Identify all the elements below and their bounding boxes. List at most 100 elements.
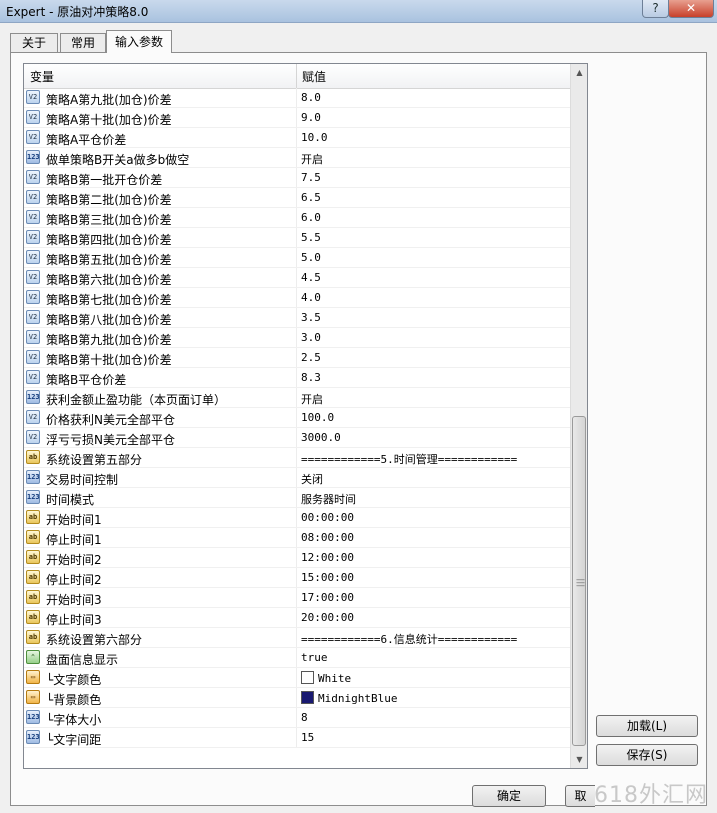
column-header-variable[interactable]: 变量 xyxy=(30,68,54,85)
parameter-row[interactable]: ab 系统设置第六部分 ============6.信息统计============ xyxy=(24,628,570,648)
parameter-row[interactable]: ab 停止时间2 15:00:00 xyxy=(24,568,570,588)
tab-inputs[interactable]: 输入参数 xyxy=(106,30,172,53)
parameter-value[interactable]: 开启 xyxy=(301,391,323,407)
double-type-icon: V2 xyxy=(26,90,40,104)
parameter-row[interactable]: V2 策略B第三批(加仓)价差 6.0 xyxy=(24,208,570,228)
parameter-value[interactable]: 100.0 xyxy=(301,411,334,424)
parameter-value[interactable]: 5.0 xyxy=(301,251,321,264)
parameter-row[interactable]: ab 停止时间1 08:00:00 xyxy=(24,528,570,548)
parameter-row[interactable]: ab 开始时间3 17:00:00 xyxy=(24,588,570,608)
integer-type-icon: 123 xyxy=(26,710,40,724)
parameter-row[interactable]: V2 策略B第五批(加仓)价差 5.0 xyxy=(24,248,570,268)
parameter-value[interactable]: 20:00:00 xyxy=(301,611,354,624)
parameter-row[interactable]: V2 策略A平仓价差 10.0 xyxy=(24,128,570,148)
parameter-row[interactable]: 123 时间模式 服务器时间 xyxy=(24,488,570,508)
parameter-value[interactable]: 关闭 xyxy=(301,471,323,487)
parameter-row[interactable]: 123 交易时间控制 关闭 xyxy=(24,468,570,488)
ok-button[interactable]: 确定 xyxy=(472,785,546,807)
parameter-row[interactable]: 123 获利金额止盈功能（本页面订单） 开启 xyxy=(24,388,570,408)
parameter-row[interactable]: ▭ └背景颜色 MidnightBlue xyxy=(24,688,570,708)
parameter-value[interactable]: ============6.信息统计============ xyxy=(301,631,517,647)
scroll-down-icon[interactable]: ▼ xyxy=(571,751,587,768)
parameter-value[interactable]: ============5.时间管理============ xyxy=(301,451,517,467)
parameter-value[interactable]: 开启 xyxy=(301,151,323,167)
parameter-row[interactable]: ▭ └文字颜色 White xyxy=(24,668,570,688)
save-button[interactable]: 保存(S) xyxy=(596,744,698,766)
double-type-icon: V2 xyxy=(26,410,40,424)
parameter-value[interactable]: 8.3 xyxy=(301,371,321,384)
cell-separator xyxy=(296,608,297,627)
parameter-value[interactable]: 12:00:00 xyxy=(301,551,354,564)
cell-separator xyxy=(296,368,297,387)
parameter-row[interactable]: V2 策略B第一批开仓价差 7.5 xyxy=(24,168,570,188)
parameter-row[interactable]: 123 └字体大小 8 xyxy=(24,708,570,728)
parameter-row[interactable]: V2 策略B第二批(加仓)价差 6.5 xyxy=(24,188,570,208)
parameter-value[interactable]: 7.5 xyxy=(301,171,321,184)
parameter-row[interactable]: 123 做单策略B开关a做多b做空 开启 xyxy=(24,148,570,168)
double-type-icon: V2 xyxy=(26,330,40,344)
parameter-row[interactable]: V2 策略A第十批(加仓)价差 9.0 xyxy=(24,108,570,128)
parameter-value[interactable]: true xyxy=(301,651,328,664)
column-header-value[interactable]: 赋值 xyxy=(302,68,326,85)
cancel-button[interactable]: 取 xyxy=(565,785,595,807)
parameter-row[interactable]: V2 浮亏亏损N美元全部平仓 3000.0 xyxy=(24,428,570,448)
load-button[interactable]: 加载(L) xyxy=(596,715,698,737)
color-swatch xyxy=(301,691,314,704)
parameter-row[interactable]: V2 策略A第九批(加仓)价差 8.0 xyxy=(24,88,570,108)
cell-separator xyxy=(296,248,297,267)
parameter-value[interactable]: 6.5 xyxy=(301,191,321,204)
parameter-value[interactable]: 4.5 xyxy=(301,271,321,284)
parameter-value[interactable]: MidnightBlue xyxy=(301,691,397,705)
parameter-value[interactable]: 2.5 xyxy=(301,351,321,364)
parameter-row[interactable]: ab 停止时间3 20:00:00 xyxy=(24,608,570,628)
parameter-value[interactable]: 5.5 xyxy=(301,231,321,244)
parameter-value[interactable]: 17:00:00 xyxy=(301,591,354,604)
tab-common[interactable]: 常用 xyxy=(60,33,106,52)
parameter-value[interactable]: 4.0 xyxy=(301,291,321,304)
parameter-row[interactable]: V2 策略B第九批(加仓)价差 3.0 xyxy=(24,328,570,348)
parameter-value[interactable]: 08:00:00 xyxy=(301,531,354,544)
parameter-value[interactable]: 15 xyxy=(301,731,314,744)
close-button[interactable]: ✕ xyxy=(668,0,714,18)
parameter-row[interactable]: ab 开始时间1 00:00:00 xyxy=(24,508,570,528)
parameter-row[interactable]: V2 策略B第六批(加仓)价差 4.5 xyxy=(24,268,570,288)
cell-separator xyxy=(296,428,297,447)
parameter-row[interactable]: 123 └文字间距 15 xyxy=(24,728,570,748)
column-separator[interactable] xyxy=(296,64,297,88)
parameter-name: 系统设置第五部分 xyxy=(46,453,143,467)
vertical-scrollbar[interactable]: ▲ — — — ▼ xyxy=(570,64,587,768)
parameter-value[interactable]: 15:00:00 xyxy=(301,571,354,584)
double-type-icon: V2 xyxy=(26,290,40,304)
parameter-row[interactable]: ⌃ 盘面信息显示 true xyxy=(24,648,570,668)
parameter-value[interactable]: 00:00:00 xyxy=(301,511,354,524)
cell-separator xyxy=(296,528,297,547)
parameter-value[interactable]: White xyxy=(301,671,351,685)
parameter-row[interactable]: ab 开始时间2 12:00:00 xyxy=(24,548,570,568)
parameter-grid[interactable]: 变量 赋值 V2 策略A第九批(加仓)价差 8.0 V2 策略A第十批(加仓)价差 9.0… xyxy=(23,63,588,769)
parameter-value[interactable]: 3.0 xyxy=(301,331,321,344)
parameter-row[interactable]: V2 策略B第四批(加仓)价差 5.5 xyxy=(24,228,570,248)
tab-about[interactable]: 关于 xyxy=(10,33,58,52)
parameter-value[interactable]: 6.0 xyxy=(301,211,321,224)
scroll-up-icon[interactable]: ▲ xyxy=(571,64,587,81)
parameter-row[interactable]: ab 系统设置第五部分 ============5.时间管理============ xyxy=(24,448,570,468)
grid-header: 变量 赋值 xyxy=(24,64,570,89)
integer-type-icon: 123 xyxy=(26,730,40,744)
integer-type-icon: 123 xyxy=(26,390,40,404)
parameter-row[interactable]: V2 策略B第八批(加仓)价差 3.5 xyxy=(24,308,570,328)
parameter-name: 盘面信息显示 xyxy=(46,653,119,667)
parameter-value[interactable]: 3000.0 xyxy=(301,431,341,444)
string-type-icon: ab xyxy=(26,590,40,604)
parameter-value[interactable]: 服务器时间 xyxy=(301,491,356,507)
parameter-row[interactable]: V2 策略B第十批(加仓)价差 2.5 xyxy=(24,348,570,368)
parameter-value[interactable]: 9.0 xyxy=(301,111,321,124)
parameter-value[interactable]: 3.5 xyxy=(301,311,321,324)
parameter-value[interactable]: 8 xyxy=(301,711,308,724)
help-button[interactable]: ? xyxy=(642,0,669,18)
parameter-value[interactable]: 8.0 xyxy=(301,91,321,104)
scroll-thumb[interactable]: — — — xyxy=(572,416,586,746)
parameter-row[interactable]: V2 策略B第七批(加仓)价差 4.0 xyxy=(24,288,570,308)
parameter-row[interactable]: V2 价格获利N美元全部平仓 100.0 xyxy=(24,408,570,428)
parameter-row[interactable]: V2 策略B平仓价差 8.3 xyxy=(24,368,570,388)
parameter-value[interactable]: 10.0 xyxy=(301,131,328,144)
